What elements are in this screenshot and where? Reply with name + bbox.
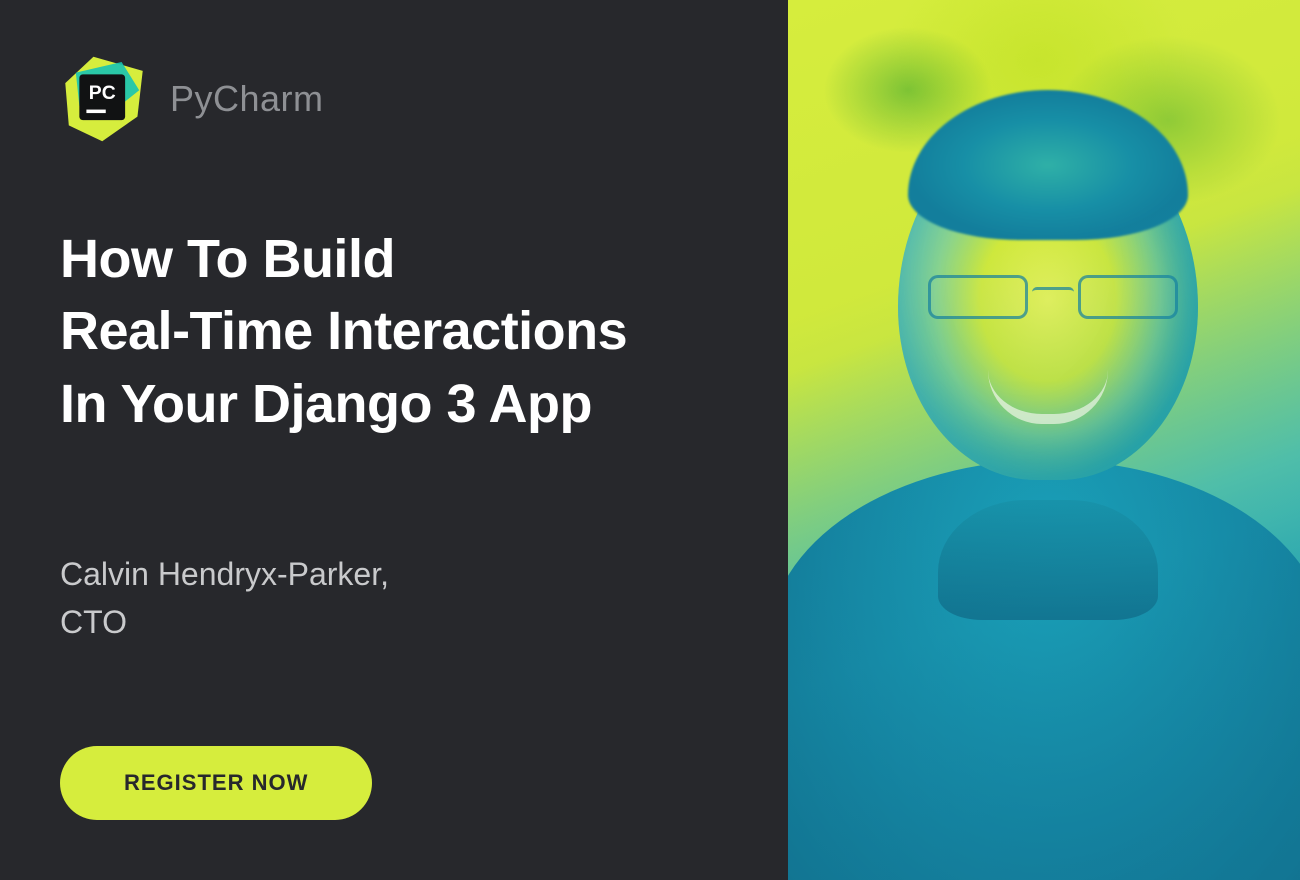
glasses-right-lens [1078,275,1178,319]
register-now-button[interactable]: REGISTER NOW [60,746,372,820]
headline: How To Build Real-Time Interactions In Y… [60,223,728,440]
speaker-title: CTO [60,598,728,646]
promo-left-panel: PC PyCharm How To Build Real-Time Intera… [0,0,788,880]
brand-row: PC PyCharm [60,55,728,143]
headline-line-3: In Your Django 3 App [60,374,592,434]
product-name: PyCharm [170,78,324,120]
glasses-bridge [1032,287,1074,297]
cta-row: REGISTER NOW [60,746,728,820]
speaker-block: Calvin Hendryx-Parker, CTO [60,550,728,646]
logo-letters: PC [89,82,116,104]
speaker-portrait-duotone [788,0,1300,880]
speaker-portrait-panel [788,0,1300,880]
glasses-left-lens [928,275,1028,319]
speaker-name: Calvin Hendryx-Parker, [60,550,728,598]
headline-line-1: How To Build [60,229,395,289]
headline-line-2: Real-Time Interactions [60,301,627,361]
portrait-collar-shape [938,500,1158,620]
pycharm-logo-icon: PC [60,55,148,143]
glasses-icon [928,275,1178,325]
